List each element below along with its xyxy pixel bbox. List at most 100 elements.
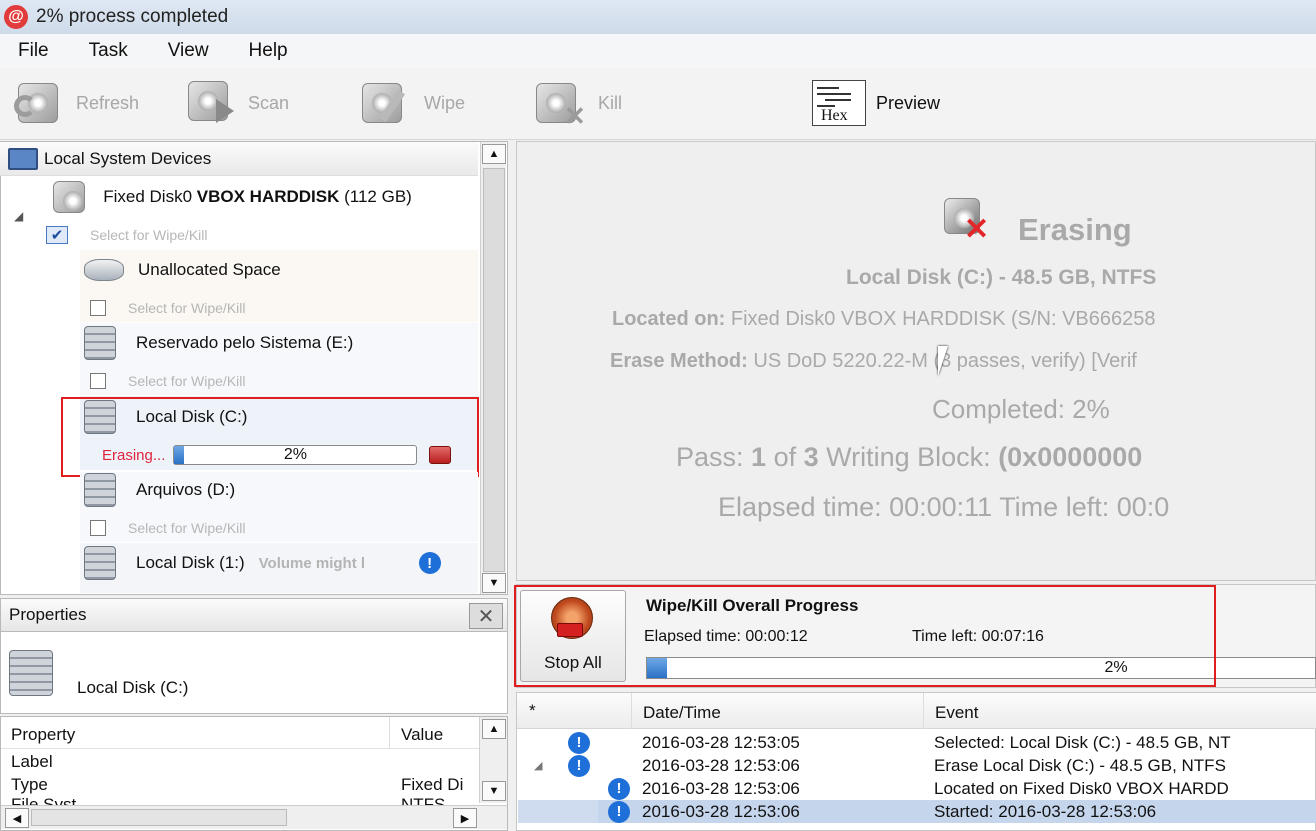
pass-line: Pass: 1 of 3 Writing Block: (0x0000000 [676, 442, 1143, 472]
column-flag[interactable]: * [529, 701, 536, 721]
refresh-button[interactable]: Refresh [14, 78, 139, 128]
title-bar: @ 2% process completed [0, 0, 1316, 34]
local-disk-1-label: Local Disk (1:) [136, 553, 245, 572]
scroll-left-arrow-icon[interactable]: ◀ [5, 808, 29, 828]
scan-button[interactable]: Scan [186, 78, 289, 128]
properties-table-header: Property Value [1, 717, 479, 749]
wipe-button[interactable]: Wipe [362, 78, 465, 128]
highlight-box [61, 397, 479, 477]
local-disk-1-row: Local Disk (1:) Volume might l ! [84, 546, 476, 580]
time-line: Elapsed time: 00:00:11 Time left: 00:0 [718, 492, 1170, 522]
scroll-thumb[interactable] [483, 168, 505, 572]
arquivos-select[interactable]: Select for Wipe/Kill [90, 518, 245, 538]
hscroll-thumb[interactable] [31, 809, 287, 826]
hard-disk-icon [53, 181, 86, 213]
menu-task[interactable]: Task [89, 40, 128, 62]
log-row[interactable]: ◢ ! 2016-03-28 12:53:06 Erase Local Disk… [518, 754, 1316, 777]
mouse-cursor-icon [938, 346, 958, 376]
properties-selected-name: Local Disk (C:) [77, 678, 189, 697]
reservado-label: Reservado pelo Sistema (E:) [136, 333, 354, 352]
checkbox[interactable] [90, 373, 106, 389]
toolbar: Refresh Scan Wipe ✕ Kill Hex Preview [0, 68, 1316, 140]
properties-summary: Local Disk (C:) [0, 632, 508, 714]
refresh-icon [14, 79, 66, 127]
erasing-heading: Erasing [1018, 212, 1132, 247]
menu-help[interactable]: Help [249, 40, 288, 62]
expand-arrow-icon[interactable]: ◢ [14, 209, 23, 223]
window-title: 2% process completed [36, 6, 229, 27]
kill-button[interactable]: ✕ Kill [536, 78, 623, 131]
properties-hscrollbar[interactable]: ◀ ▶ [1, 805, 507, 829]
info-icon: ! [568, 731, 590, 754]
scan-label: Scan [248, 92, 290, 113]
property-row: File Syst [11, 795, 77, 805]
info-icon: ! [568, 754, 590, 777]
volume-warning-icon [84, 546, 116, 580]
arquivos-row: Arquivos (D:) [84, 473, 236, 507]
menu-view[interactable]: View [168, 40, 209, 62]
volume-icon [84, 326, 116, 360]
preview-label: Preview [876, 92, 941, 113]
device-tree-header: Local System Devices [0, 142, 478, 176]
wipe-icon [362, 79, 414, 127]
disk-name: Fixed Disk0 VBOX HARDDISK (112 GB) [103, 187, 412, 206]
expand-arrow-icon[interactable]: ◢ [534, 759, 542, 772]
completed-percent: Completed: 2% [932, 394, 1110, 424]
unallocated-disk-icon [84, 259, 124, 281]
column-value[interactable]: Value [401, 725, 443, 745]
kill-icon: ✕ [536, 79, 588, 131]
refresh-label: Refresh [76, 92, 140, 113]
scan-icon [186, 79, 238, 127]
scroll-up-arrow-icon[interactable]: ▲ [482, 719, 506, 739]
highlight-box [514, 585, 1216, 687]
checkbox[interactable] [90, 300, 106, 316]
column-event[interactable]: Event [935, 703, 978, 723]
reservado-row: Reservado pelo Sistema (E:) [84, 326, 353, 360]
info-icon: ! [608, 777, 630, 800]
scroll-down-arrow-icon[interactable]: ▼ [482, 781, 506, 801]
properties-title: Properties [9, 605, 87, 624]
app-logo-icon: @ [4, 5, 28, 29]
properties-header: Properties ✕ [0, 598, 508, 632]
property-row: Type [11, 775, 48, 794]
log-row-selected[interactable]: ! 2016-03-28 12:53:06 Started: 2016-03-2… [518, 800, 1316, 823]
close-panel-icon[interactable]: ✕ [469, 603, 503, 629]
scroll-up-arrow-icon[interactable]: ▲ [482, 144, 506, 164]
wipe-label: Wipe [424, 92, 466, 113]
located-on-line: Located on: Fixed Disk0 VBOX HARDDISK (S… [612, 308, 1156, 330]
checkbox[interactable] [90, 520, 106, 536]
kill-label: Kill [598, 92, 623, 113]
log-row[interactable]: ! 2016-03-28 12:53:05 Selected: Local Di… [518, 731, 1316, 754]
menu-file[interactable]: File [18, 40, 49, 62]
disk-select-row[interactable]: ✔ Select for Wipe/Kill [46, 224, 207, 246]
scroll-down-arrow-icon[interactable]: ▼ [482, 573, 506, 593]
device-tree-title: Local System Devices [44, 148, 212, 168]
event-log-header: * Date/Time Event [517, 693, 1316, 729]
unallocated-row: Unallocated Space [84, 254, 281, 286]
disk-select-label: Select for Wipe/Kill [90, 227, 208, 243]
properties-scrollbar[interactable]: ▲ ▼ [479, 717, 507, 803]
column-datetime[interactable]: Date/Time [643, 703, 721, 723]
arquivos-label: Arquivos (D:) [136, 480, 236, 499]
info-icon[interactable]: ! [418, 552, 441, 574]
scroll-right-arrow-icon[interactable]: ▶ [453, 808, 477, 828]
erase-target: Local Disk (C:) - 48.5 GB, NTFS [846, 266, 1157, 289]
menu-bar: File Task View Help [0, 34, 1316, 68]
property-row: Label [11, 752, 53, 771]
reservado-select[interactable]: Select for Wipe/Kill [90, 371, 245, 391]
volume-icon [9, 650, 53, 696]
tree-scrollbar[interactable]: ▲ ▼ [480, 142, 506, 594]
info-icon: ! [608, 800, 630, 823]
log-row[interactable]: ! 2016-03-28 12:53:06 Located on Fixed D… [518, 777, 1316, 800]
checked-checkbox-icon[interactable]: ✔ [46, 226, 68, 244]
volume-icon [84, 473, 116, 507]
unallocated-label: Unallocated Space [138, 260, 281, 279]
properties-table: Property Value Label Type Fixed Di File … [0, 716, 508, 831]
hex-preview-icon: Hex [812, 80, 866, 126]
disk-node[interactable]: ◢ Fixed Disk0 VBOX HARDDISK (112 GB) [14, 180, 412, 223]
preview-button[interactable]: Hex Preview [812, 78, 940, 128]
erasing-disk-icon: ✕ [944, 198, 989, 246]
erase-method-line: Erase Method: US DoD 5220.22-M (3 passes… [610, 350, 1137, 372]
column-property[interactable]: Property [11, 725, 75, 745]
unallocated-select[interactable]: Select for Wipe/Kill [90, 298, 245, 318]
